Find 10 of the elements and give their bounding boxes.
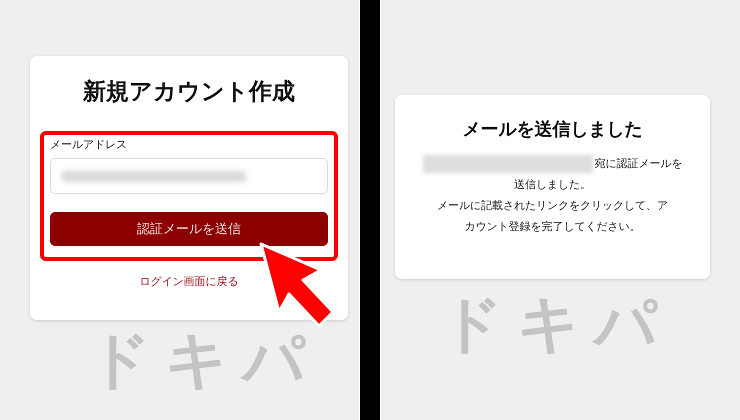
email-field[interactable] [50,158,328,194]
message-text: メールに記載されたリンクをクリックして、ア [437,198,668,214]
send-button[interactable]: 認証メールを送信 [50,212,328,246]
message-text: 宛に認証メールを [594,156,682,172]
card-title: メールを送信しました [462,118,644,141]
back-link[interactable]: ログイン画面に戻る [140,274,238,289]
message-text: 送信しました。 [514,177,591,193]
card-title: 新規アカウント作成 [82,78,296,107]
message-text: カウント登録を完了してください。 [464,219,640,235]
field-label: メールアドレス [50,137,128,152]
